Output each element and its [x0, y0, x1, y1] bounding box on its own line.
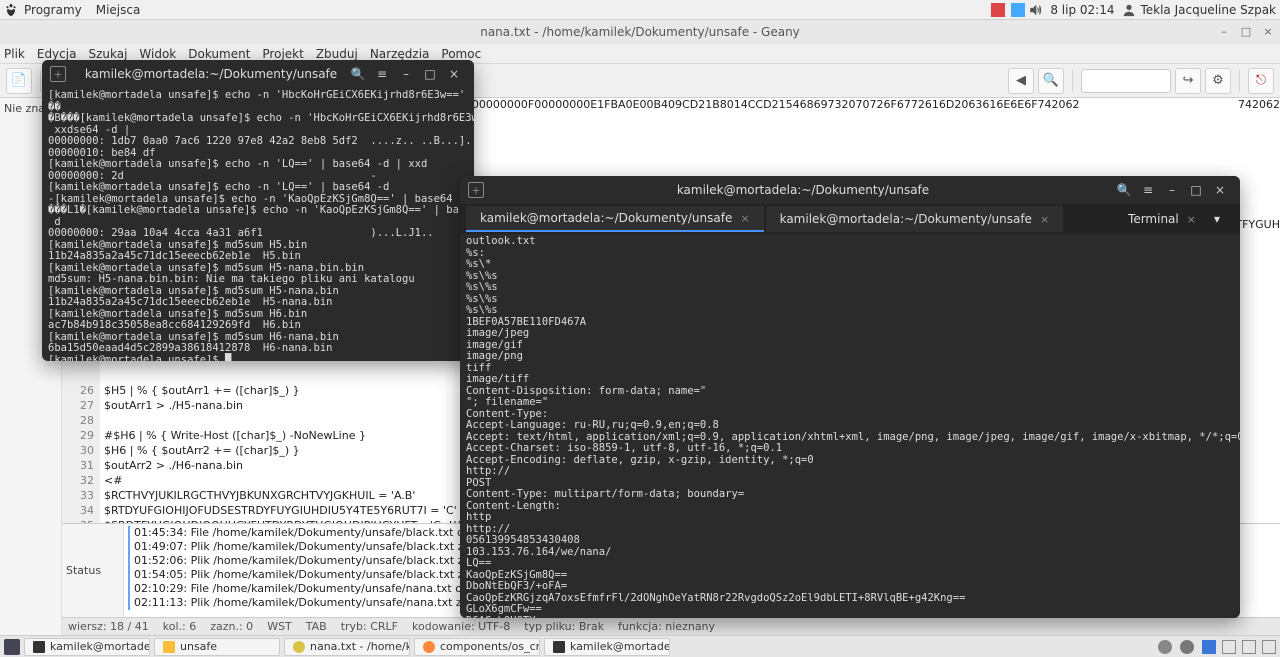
terminal2-window: ＋ kamilek@mortadela:~/Dokumenty/unsafe 🔍… [460, 176, 1240, 618]
menu-edycja[interactable]: Edycja [37, 47, 77, 61]
geany-msgs-label: Status [62, 524, 124, 617]
tray-update-icon[interactable] [991, 3, 1005, 17]
status-enc: kodowanie: UTF-8 [412, 620, 510, 633]
menu-zbuduj[interactable]: Zbuduj [316, 47, 358, 61]
terminal2-tab-dropdown[interactable]: Terminal×▾ [1114, 206, 1234, 232]
top-menu-programy[interactable]: Programy [24, 3, 82, 17]
terminal2-maximize-button[interactable]: □ [1184, 180, 1208, 200]
toolbar-search-button[interactable]: 🔍 [1038, 68, 1064, 94]
volume-icon[interactable] [1028, 3, 1042, 17]
geany-statusbar: wiersz: 18 / 41 kol.: 6 zazn.: 0 WST TAB… [62, 617, 1280, 635]
geany-maximize-button[interactable]: □ [1240, 26, 1252, 38]
user-icon [1122, 3, 1136, 17]
terminal1-body[interactable]: [kamilek@mortadela unsafe]$ echo -n 'Hbc… [42, 88, 474, 361]
status-crlf: tryb: CRLF [341, 620, 398, 633]
clock[interactable]: 8 lip 02:14 [1050, 3, 1114, 17]
terminal1-titlebar[interactable]: ＋ kamilek@mortadela:~/Dokumenty/unsafe 🔍… [42, 60, 474, 88]
status-sel: zazn.: 0 [210, 620, 253, 633]
tab-close-icon[interactable]: × [740, 212, 749, 225]
geany-icon [293, 641, 305, 653]
tab-close-icon[interactable]: × [1187, 213, 1196, 226]
terminal1-close-button[interactable]: × [442, 64, 466, 84]
top-panel: Programy Miejsca 8 lip 02:14 Tekla Jacqu… [0, 0, 1280, 20]
toolbar-goto-button[interactable]: ↪ [1175, 68, 1201, 94]
taskbar-item-geany[interactable]: nana.txt - /home/ka… [284, 638, 410, 656]
workspace-4[interactable] [1262, 640, 1276, 654]
menu-pomoc[interactable]: Pomoc [441, 47, 481, 61]
toolbar-exit-button[interactable]: ⎋ [1248, 68, 1274, 94]
tray-network-icon[interactable] [1011, 3, 1025, 17]
terminal2-close-button[interactable]: × [1208, 180, 1232, 200]
status-tab: TAB [306, 620, 327, 633]
toolbar-back-button[interactable]: ◀ [1008, 68, 1034, 94]
menu-szukaj[interactable]: Szukaj [88, 47, 127, 61]
terminal2-minimize-button[interactable]: – [1160, 180, 1184, 200]
user-menu[interactable]: Tekla Jacqueline Szpak [1122, 3, 1276, 17]
terminal1-title: kamilek@mortadela:~/Dokumenty/unsafe [76, 67, 346, 81]
tray-app-icon-2[interactable] [1180, 640, 1194, 654]
terminal1-menu-icon[interactable]: ≡ [370, 64, 394, 84]
geany-title-text: nana.txt - /home/kamilek/Dokumenty/unsaf… [480, 25, 800, 39]
menu-narzedzia[interactable]: Narzędzia [370, 47, 430, 61]
taskbar-item-terminal1[interactable]: kamilek@mortadel… [24, 638, 150, 656]
code-right-fragment: TFYGUH [1235, 218, 1280, 231]
terminal2-body[interactable]: outlook.txt %s: %s\* %s\%s %s\%s %s\%s %… [460, 234, 1240, 618]
geany-titlebar: nana.txt - /home/kamilek/Dokumenty/unsaf… [0, 20, 1280, 44]
status-func: funkcja: nieznany [618, 620, 715, 633]
workspace-1[interactable] [1202, 640, 1216, 654]
terminal2-tab-1[interactable]: kamilek@mortadela:~/Dokumenty/unsafe× [466, 206, 764, 232]
terminal1-minimize-button[interactable]: – [394, 64, 418, 84]
terminal-icon [33, 641, 45, 653]
terminal1-search-icon[interactable]: 🔍 [346, 64, 370, 84]
tab-close-icon[interactable]: × [1040, 213, 1049, 226]
user-name: Tekla Jacqueline Szpak [1140, 3, 1276, 17]
menu-widok[interactable]: Widok [139, 47, 176, 61]
workspace-3[interactable] [1242, 640, 1256, 654]
toolbar-new-button[interactable]: 📄 [6, 68, 32, 94]
status-pos: wiersz: 18 / 41 [68, 620, 149, 633]
show-desktop-button[interactable] [4, 639, 20, 655]
gnome-logo-icon [4, 3, 18, 17]
terminal2-search-icon[interactable]: 🔍 [1112, 180, 1136, 200]
status-ws: WST [267, 620, 292, 633]
terminal1-new-tab-icon[interactable]: ＋ [50, 66, 66, 82]
terminal2-new-tab-icon[interactable]: ＋ [468, 182, 484, 198]
menu-plik[interactable]: Plik [4, 47, 25, 61]
folder-icon [163, 641, 175, 653]
terminal-icon [553, 641, 565, 653]
taskbar-item-firefox[interactable]: components/os_cry… [414, 638, 540, 656]
terminal2-title: kamilek@mortadela:~/Dokumenty/unsafe [494, 183, 1112, 197]
terminal2-tab-2[interactable]: kamilek@mortadela:~/Dokumenty/unsafe× [766, 206, 1064, 232]
toolbar-cog-button[interactable]: ⚙ [1205, 68, 1231, 94]
terminal1-maximize-button[interactable]: □ [418, 64, 442, 84]
menu-dokument[interactable]: Dokument [188, 47, 250, 61]
taskbar-item-files[interactable]: unsafe [154, 638, 280, 656]
status-filetype: typ pliku: Brak [524, 620, 604, 633]
status-col: kol.: 6 [163, 620, 196, 633]
tray-app-icon-1[interactable] [1158, 640, 1172, 654]
terminal2-menu-icon[interactable]: ≡ [1136, 180, 1160, 200]
taskbar: kamilek@mortadel… unsafe nana.txt - /hom… [0, 635, 1280, 657]
top-menu-miejsca[interactable]: Miejsca [96, 3, 141, 17]
workspace-2[interactable] [1222, 640, 1236, 654]
toolbar-goto-combo[interactable] [1081, 69, 1171, 93]
geany-close-button[interactable]: × [1262, 26, 1274, 38]
terminal2-titlebar[interactable]: ＋ kamilek@mortadela:~/Dokumenty/unsafe 🔍… [460, 176, 1240, 204]
firefox-icon [423, 641, 435, 653]
terminal2-tabbar: kamilek@mortadela:~/Dokumenty/unsafe× ka… [460, 204, 1240, 234]
geany-minimize-button[interactable]: – [1218, 26, 1230, 38]
menu-projekt[interactable]: Projekt [262, 47, 303, 61]
taskbar-item-terminal2[interactable]: kamilek@mortadela… [544, 638, 670, 656]
terminal1-window: ＋ kamilek@mortadela:~/Dokumenty/unsafe 🔍… [42, 60, 474, 361]
code-hex-right: 742062 [1238, 98, 1280, 111]
